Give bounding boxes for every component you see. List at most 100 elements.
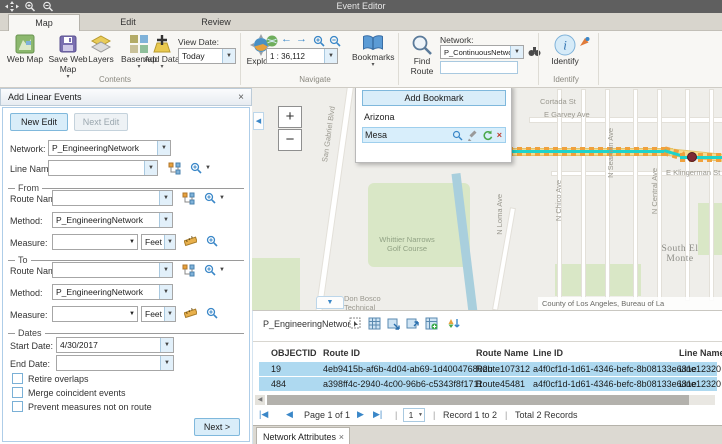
add-bookmark-button[interactable]: Add Bookmark [362, 90, 506, 106]
measure-caret-icon[interactable]: ▼ [129, 311, 135, 317]
zoom-to-measure-icon[interactable] [206, 235, 218, 247]
from-route-name-field[interactable]: ▼ [52, 190, 173, 206]
collapse-table-icon[interactable]: ▼ [316, 296, 344, 309]
previous-page-icon[interactable]: ◀ [286, 409, 293, 420]
from-route-caret-icon[interactable]: ▼ [159, 191, 172, 205]
to-measure-field[interactable]: ▼ [52, 306, 138, 322]
prevent-measures-checkbox[interactable] [12, 401, 23, 412]
layers-button[interactable]: Layers [84, 34, 118, 65]
line-name-field[interactable]: ▼ [48, 160, 158, 176]
end-date-field[interactable]: ▼ [56, 355, 174, 371]
horizontal-scrollbar[interactable] [267, 395, 715, 405]
tab-network-attributes[interactable]: Network Attributes × [256, 427, 350, 444]
select-line-on-map-icon[interactable] [168, 162, 181, 175]
selection-table-icon[interactable] [425, 317, 438, 330]
bookmarks-button[interactable]: Bookmarks ▾ [352, 34, 394, 68]
network-caret-icon[interactable]: ▼ [510, 46, 523, 58]
bookmark-item-arizona[interactable]: Arizona [362, 111, 506, 124]
last-page-icon[interactable]: ▶| [373, 409, 382, 420]
tab-map[interactable]: Map [8, 14, 80, 31]
measure-caret-icon[interactable]: ▼ [129, 239, 135, 245]
to-method-field[interactable]: P_EngineeringNetwork▼ [52, 284, 173, 300]
page-select-caret-icon[interactable]: ▼ [418, 412, 424, 418]
from-measure-unit-select[interactable]: Feet▼ [141, 234, 176, 250]
zoom-menu-caret-icon[interactable]: ▼ [205, 165, 211, 171]
select-route-on-map-icon[interactable] [182, 264, 195, 277]
close-tab-icon[interactable]: × [339, 428, 344, 444]
panel-close-icon[interactable]: × [238, 89, 244, 106]
binoculars-icon[interactable] [528, 46, 541, 57]
add-data-caret-icon[interactable]: ▾ [144, 65, 180, 70]
line-name-caret-icon[interactable]: ▼ [144, 161, 157, 175]
next-page-icon[interactable]: ▶ [357, 409, 364, 420]
map-canvas[interactable]: Cortada St E Garvey Ave N Seaman Ave N C… [252, 88, 722, 310]
select-records-icon[interactable] [349, 317, 362, 330]
tab-review[interactable]: Review [176, 14, 256, 31]
column-header-route-id[interactable]: Route ID [323, 348, 360, 358]
scrollbar-thumb[interactable] [267, 395, 689, 405]
column-header-route-name[interactable]: Route Name [476, 348, 529, 358]
add-data-button[interactable]: Add Data ▾ [144, 34, 180, 70]
scale-caret-icon[interactable]: ▼ [324, 49, 337, 63]
column-header-line-id[interactable]: Line ID [533, 348, 563, 358]
start-date-caret-icon[interactable]: ▼ [160, 338, 173, 352]
retire-overlaps-checkbox[interactable] [12, 373, 23, 384]
from-method-field[interactable]: P_EngineeringNetwork▼ [52, 212, 173, 228]
select-route-on-map-icon[interactable] [182, 192, 195, 205]
page-select[interactable]: 1 ▼ [403, 408, 425, 422]
delete-bookmark-icon[interactable]: × [497, 130, 502, 141]
measure-on-map-icon[interactable] [184, 307, 197, 320]
view-date-caret-icon[interactable]: ▼ [222, 49, 235, 63]
collapse-panel-icon[interactable]: ◀ [253, 112, 264, 130]
start-date-field[interactable]: 4/30/2017▼ [56, 337, 174, 353]
next-edit-button[interactable]: Next Edit [74, 113, 128, 131]
to-method-caret-icon[interactable]: ▼ [159, 285, 172, 299]
scale-select[interactable]: 1 : 36,112 ▼ [266, 48, 338, 64]
save-web-map-button[interactable]: Save Web Map ▾ [48, 34, 88, 80]
zoom-menu-caret-icon[interactable]: ▼ [219, 267, 225, 273]
next-extent-icon[interactable]: → [296, 33, 307, 45]
find-route-button[interactable]: Find Route [402, 34, 442, 77]
zoom-to-route-icon[interactable] [204, 264, 216, 276]
web-map-button[interactable]: Web Map [4, 34, 46, 65]
tab-edit[interactable]: Edit [92, 14, 164, 31]
unit-caret-icon[interactable]: ▼ [164, 235, 175, 249]
sort-icon[interactable] [448, 317, 461, 330]
view-date-select[interactable]: Today ▼ [178, 48, 236, 64]
zoom-to-line-icon[interactable] [190, 162, 202, 174]
measure-on-map-icon[interactable] [184, 235, 197, 248]
end-date-caret-icon[interactable]: ▼ [160, 356, 173, 370]
previous-extent-icon[interactable]: ← [281, 33, 292, 45]
to-measure-unit-select[interactable]: Feet▼ [141, 306, 176, 322]
edit-bookmark-icon[interactable] [467, 130, 478, 141]
bookmark-item-mesa[interactable]: Mesa × [362, 127, 506, 143]
network-field[interactable]: P_EngineeringNetwork ▼ [48, 140, 171, 156]
scroll-left-icon[interactable]: ◀ [255, 395, 265, 405]
first-page-icon[interactable]: |◀ [259, 409, 268, 420]
network-select[interactable]: P_ContinuousNetwork ▼ [440, 45, 524, 59]
from-measure-field[interactable]: ▼ [52, 234, 138, 250]
table-row[interactable]: 19 4eb9415b-af6b-4d04-ab69-1d400476802b … [259, 362, 717, 376]
new-edit-button[interactable]: New Edit [10, 113, 68, 131]
zoom-to-bookmark-icon[interactable] [452, 130, 463, 141]
from-method-caret-icon[interactable]: ▼ [159, 213, 172, 227]
bookmarks-caret-icon[interactable]: ▾ [352, 63, 394, 68]
zoom-menu-caret-icon[interactable]: ▼ [219, 195, 225, 201]
next-button[interactable]: Next > [194, 418, 240, 436]
pushpin-icon[interactable] [578, 36, 590, 48]
column-header-line-name[interactable]: Line Name [679, 348, 722, 358]
map-zoom-out-button[interactable]: − [278, 129, 302, 151]
zoom-to-selection-icon[interactable] [387, 317, 400, 330]
network-field-caret-icon[interactable]: ▼ [157, 141, 170, 155]
zoom-to-route-icon[interactable] [204, 192, 216, 204]
zoom-in-map-icon[interactable] [313, 35, 325, 47]
column-header-objectid[interactable]: OBJECTID [271, 348, 317, 358]
map-zoom-in-button[interactable]: + [278, 106, 302, 128]
pan-to-selection-icon[interactable] [406, 317, 419, 330]
refresh-bookmark-icon[interactable] [482, 130, 493, 141]
route-end-point[interactable] [687, 152, 697, 162]
merge-coincident-checkbox[interactable] [12, 387, 23, 398]
unit-caret-icon[interactable]: ▼ [164, 307, 175, 321]
route-search-input[interactable] [440, 61, 518, 74]
zoom-out-map-icon[interactable] [329, 35, 341, 47]
